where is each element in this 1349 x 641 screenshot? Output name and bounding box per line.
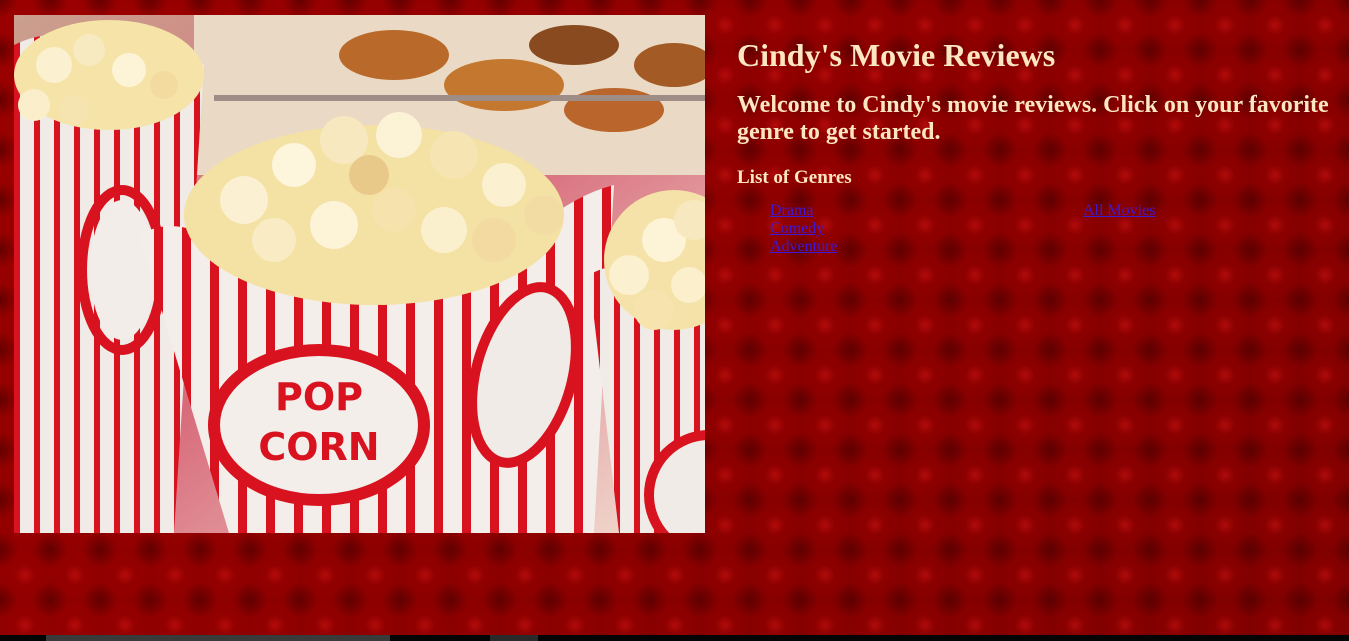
genre-link-all-movies[interactable]: All Movies: [1083, 202, 1155, 220]
taskbar-item[interactable]: [490, 635, 538, 641]
taskbar: [0, 635, 1349, 641]
genre-list-left-column: Drama Comedy Adventure: [770, 202, 838, 256]
popcorn-box-text-top: POP: [275, 375, 363, 419]
main-content: Cindy's Movie Reviews Welcome to Cindy's…: [737, 36, 1337, 262]
welcome-message: Welcome to Cindy's movie reviews. Click …: [737, 92, 1329, 145]
popcorn-hero-image: POP CORN: [14, 15, 705, 533]
genre-link-adventure[interactable]: Adventure: [770, 238, 838, 256]
genre-list: Drama Comedy Adventure All Movies: [737, 202, 1337, 262]
genres-heading: List of Genres: [737, 167, 852, 188]
taskbar-item[interactable]: [46, 635, 390, 641]
popcorn-box-text-bottom: CORN: [258, 425, 379, 469]
genre-list-right-column: All Movies: [1083, 202, 1155, 220]
genre-link-drama[interactable]: Drama: [770, 202, 838, 220]
genre-link-comedy[interactable]: Comedy: [770, 220, 838, 238]
page-title: Cindy's Movie Reviews: [737, 37, 1056, 73]
